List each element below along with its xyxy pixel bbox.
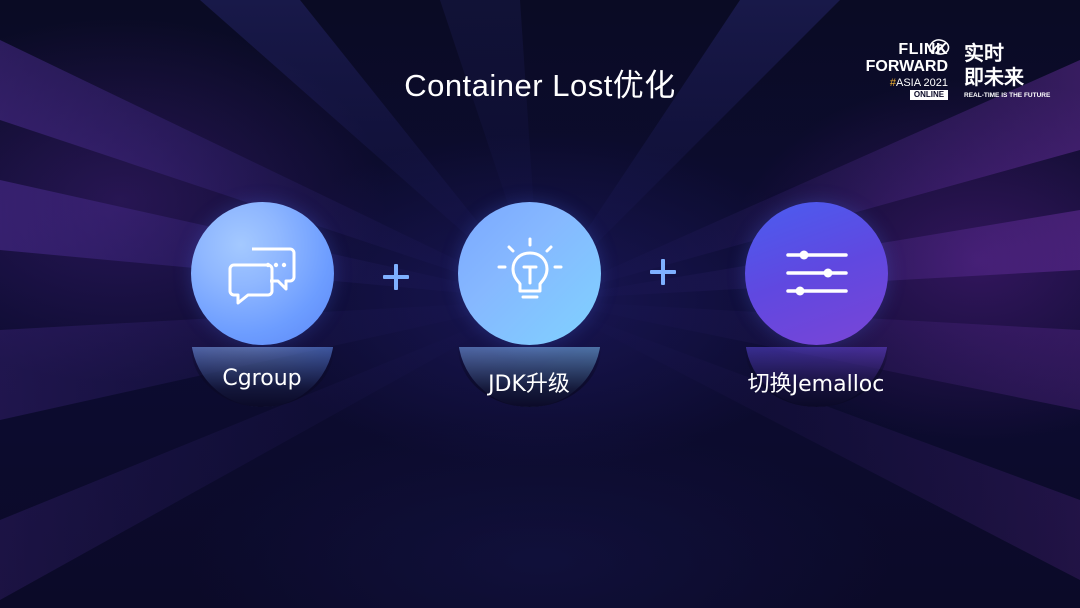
sliders-icon <box>786 250 848 296</box>
feature-cgroup: Cgroup <box>152 202 372 407</box>
logo-cn-line1: 实时 <box>964 41 1004 65</box>
slide: Container Lost优化 FLINK FORWARD #ASIA 202… <box>0 0 1080 608</box>
logo-event-text: #ASIA 2021 <box>852 77 948 89</box>
logo-event-name: ASIA 2021 <box>896 77 948 89</box>
logo-cn-line2: 即未来 <box>964 65 1024 89</box>
feature-label: 切换Jemalloc <box>747 372 885 397</box>
logo-forward-text: FORWARD <box>865 58 948 75</box>
plus-icon <box>381 262 411 292</box>
plus-icon <box>648 257 678 287</box>
feature-switch-jemalloc: 切换Jemalloc <box>706 202 926 407</box>
feature-label: JDK升级 <box>488 372 570 397</box>
feature-jdk-upgrade: JDK升级 <box>419 202 639 407</box>
feature-label: Cgroup <box>222 366 302 391</box>
logo-online-badge: ONLINE <box>910 90 948 100</box>
flink-forward-logo: FLINK FORWARD #ASIA 2021 ONLINE 实时 即未来 R… <box>852 39 1050 110</box>
logo-flink-text: FLINK <box>898 41 948 58</box>
logo-tagline: REAL-TIME IS THE FUTURE <box>964 92 1051 99</box>
chat-bubbles-icon <box>228 247 296 305</box>
lightbulb-icon <box>497 237 563 299</box>
